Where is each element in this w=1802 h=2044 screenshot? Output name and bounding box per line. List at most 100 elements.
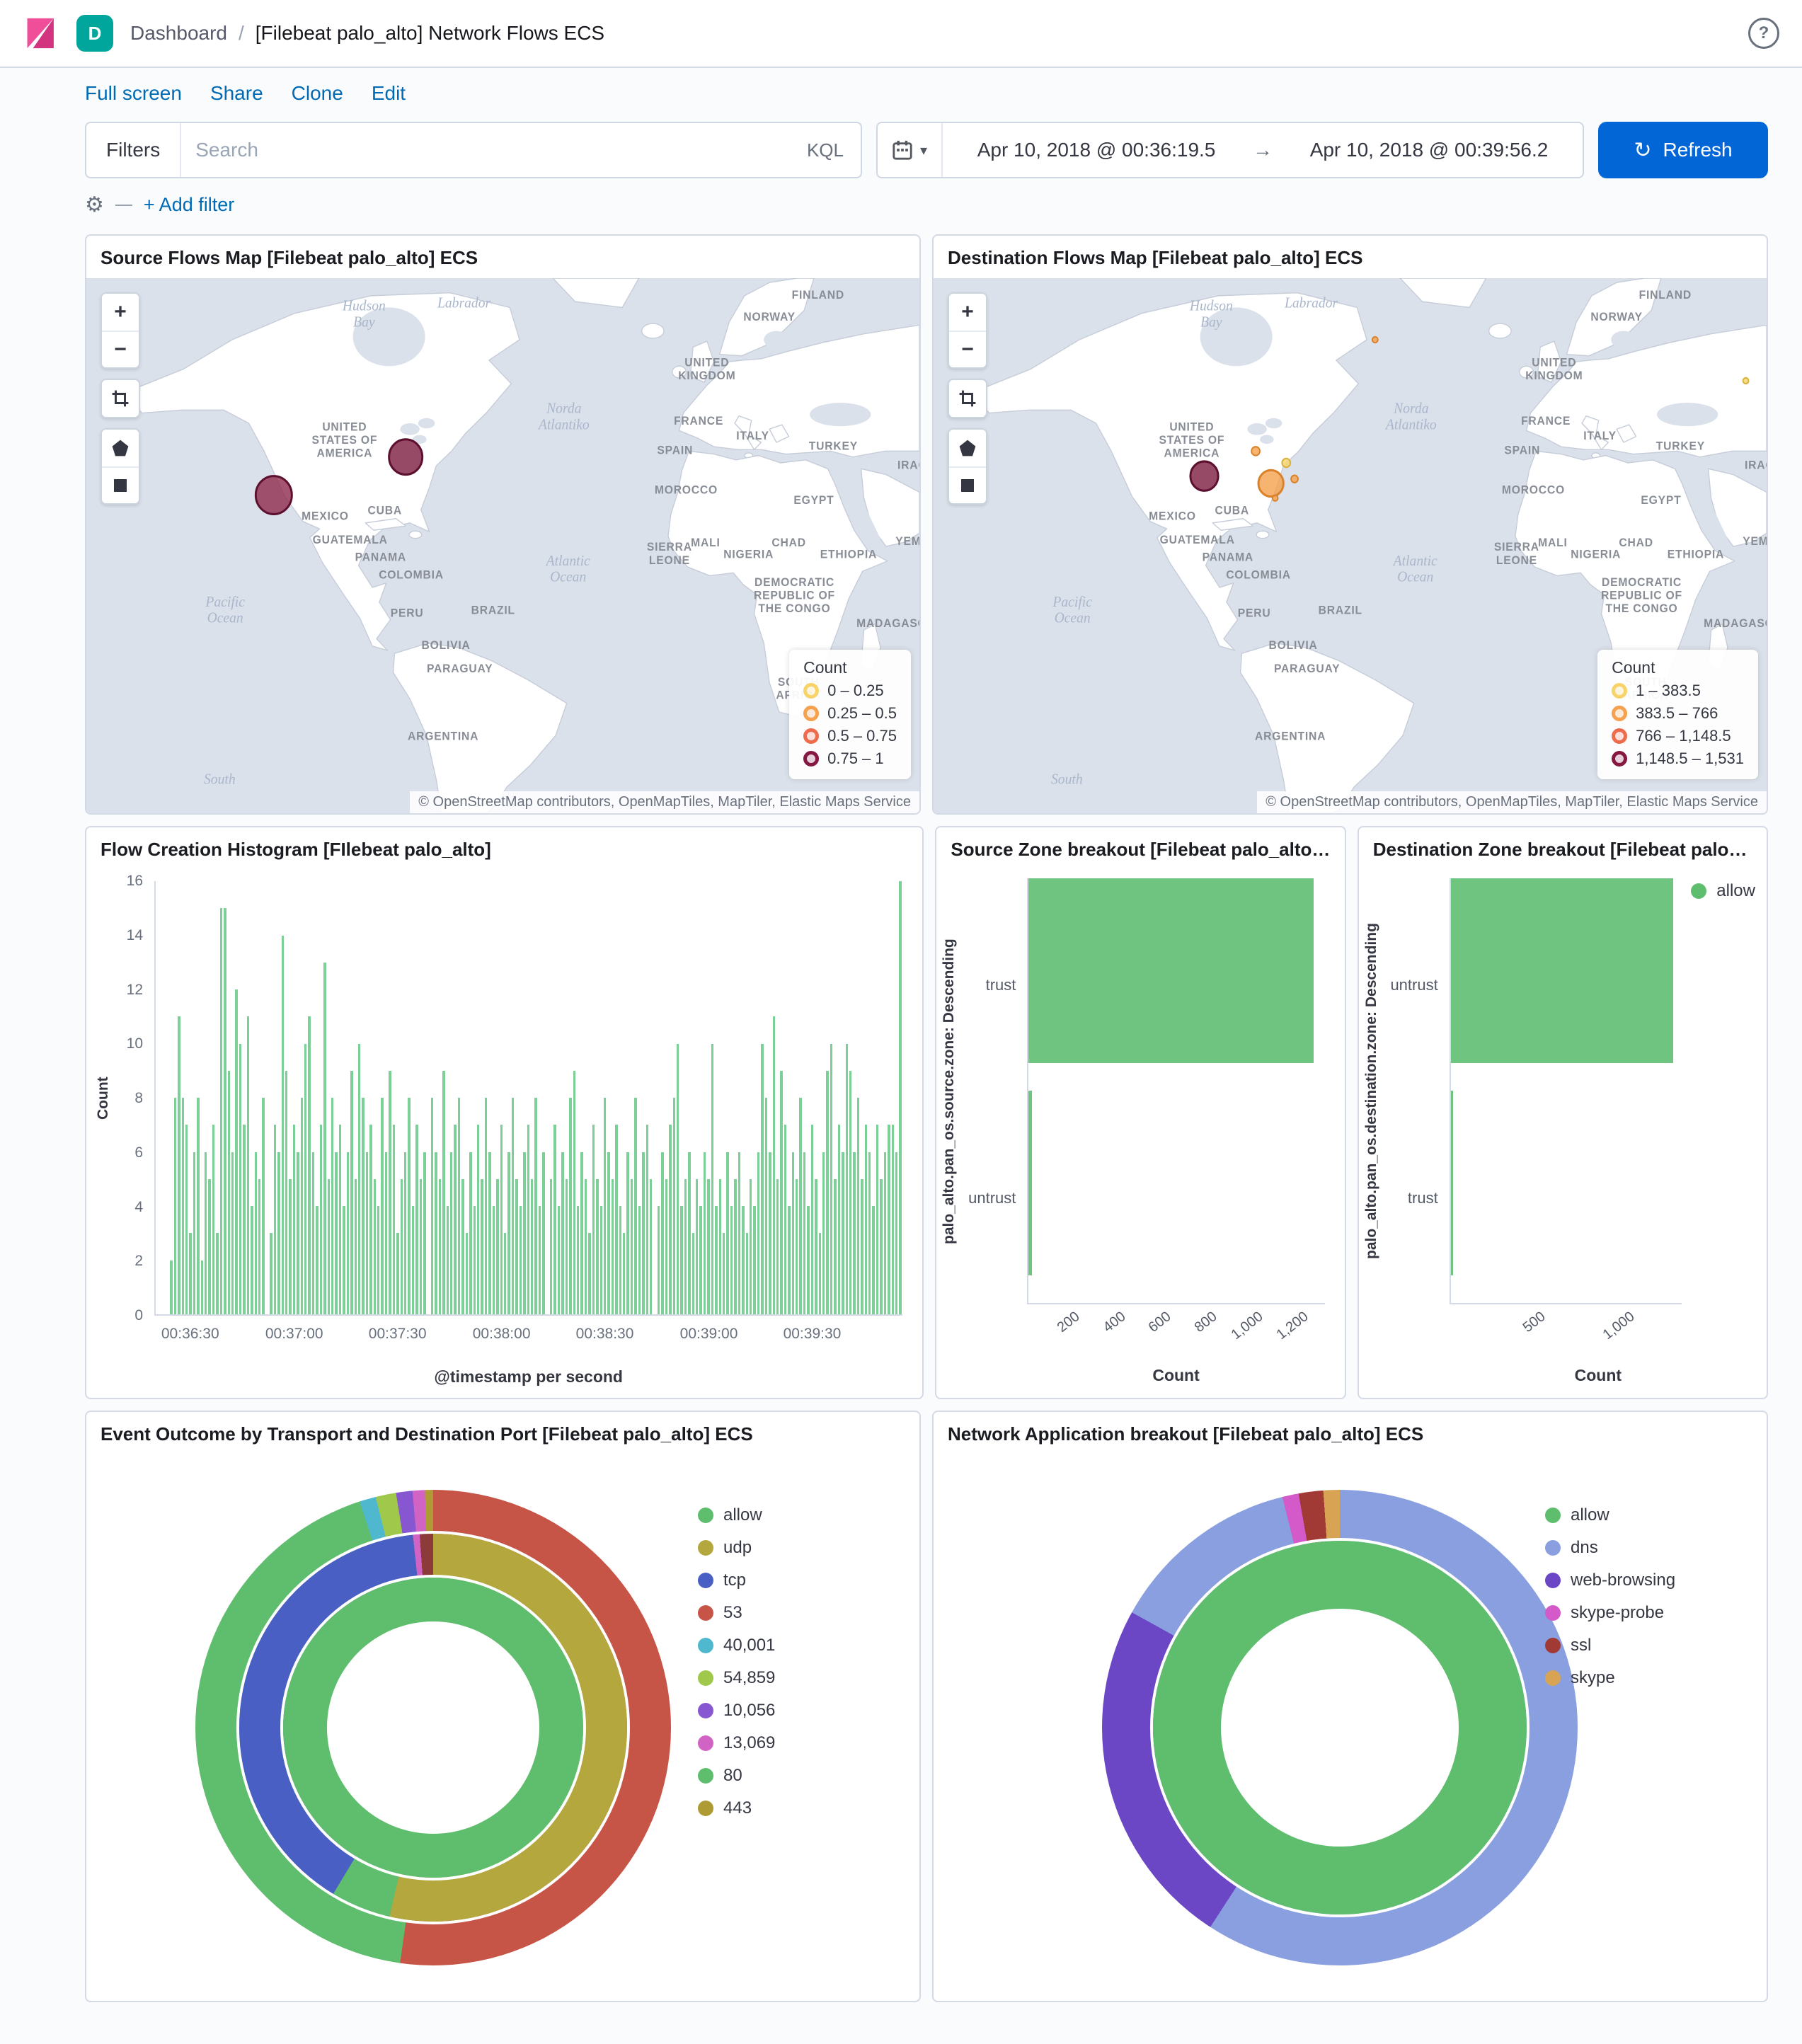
histogram-bar[interactable] bbox=[626, 1152, 629, 1314]
histogram-bar[interactable] bbox=[730, 1206, 733, 1314]
histogram-bar[interactable] bbox=[450, 1152, 453, 1314]
histogram-bar[interactable] bbox=[519, 1206, 522, 1314]
histogram-bar[interactable] bbox=[170, 1260, 173, 1314]
legend-item[interactable]: allow bbox=[698, 1505, 775, 1525]
search-input[interactable] bbox=[181, 139, 790, 161]
map-polygon-tool-button[interactable] bbox=[949, 430, 986, 466]
histogram-bar[interactable] bbox=[684, 1178, 687, 1314]
histogram-bar[interactable] bbox=[515, 1178, 518, 1314]
histogram-bar[interactable] bbox=[596, 1178, 599, 1314]
histogram-bar[interactable] bbox=[251, 1206, 253, 1314]
space-badge[interactable]: D bbox=[76, 15, 113, 52]
histogram-bar[interactable] bbox=[319, 1125, 323, 1314]
histogram-bar[interactable] bbox=[297, 1152, 299, 1314]
histogram-bar[interactable] bbox=[496, 1178, 499, 1314]
histogram-bar[interactable] bbox=[488, 1152, 491, 1314]
histogram-bar[interactable] bbox=[262, 1098, 265, 1314]
breadcrumb-dashboard[interactable]: Dashboard bbox=[130, 22, 227, 45]
legend-item[interactable]: 443 bbox=[698, 1798, 775, 1818]
bar-trust[interactable] bbox=[1028, 878, 1314, 1063]
histogram-bar[interactable] bbox=[573, 1070, 575, 1314]
histogram-bar[interactable] bbox=[327, 1178, 330, 1314]
histogram-bar[interactable] bbox=[834, 1178, 837, 1314]
histogram-bar[interactable] bbox=[696, 1178, 699, 1314]
legend-item[interactable]: udp bbox=[698, 1538, 775, 1558]
kql-toggle[interactable]: KQL bbox=[790, 139, 861, 161]
histogram-bar[interactable] bbox=[661, 1152, 664, 1314]
histogram-bar[interactable] bbox=[657, 1206, 660, 1314]
panel-title[interactable]: Event Outcome by Transport and Destinati… bbox=[86, 1412, 919, 1452]
histogram-bar[interactable] bbox=[776, 1178, 779, 1314]
histogram-bar[interactable] bbox=[883, 1152, 887, 1314]
histogram-bar[interactable] bbox=[630, 1178, 633, 1314]
map-zoom-out-button[interactable]: − bbox=[949, 331, 986, 367]
histogram-bar[interactable] bbox=[553, 1125, 556, 1314]
filters-button[interactable]: Filters bbox=[86, 123, 182, 177]
histogram-bar[interactable] bbox=[680, 1206, 683, 1314]
histogram-bar[interactable] bbox=[435, 1152, 437, 1314]
refresh-button[interactable]: ↻ Refresh bbox=[1598, 122, 1768, 178]
help-icon[interactable]: ? bbox=[1748, 18, 1779, 49]
panel-title[interactable]: Destination Zone breakout [Filebeat palo… bbox=[1359, 827, 1767, 868]
histogram-bar[interactable] bbox=[408, 1098, 411, 1314]
histogram-bar[interactable] bbox=[454, 1125, 457, 1314]
map-data-point[interactable] bbox=[1251, 446, 1261, 457]
map-rectangle-tool-button[interactable] bbox=[949, 466, 986, 503]
histogram-bar[interactable] bbox=[780, 1070, 783, 1314]
histogram-bar[interactable] bbox=[880, 1178, 883, 1314]
histogram-bar[interactable] bbox=[745, 1233, 748, 1314]
histogram-bar[interactable] bbox=[258, 1178, 261, 1314]
histogram-bar[interactable] bbox=[277, 1152, 280, 1314]
histogram-bar[interactable] bbox=[446, 1206, 449, 1314]
histogram-bar[interactable] bbox=[565, 1178, 568, 1314]
bar-untrust[interactable] bbox=[1450, 878, 1673, 1063]
map-data-point[interactable] bbox=[254, 475, 293, 516]
histogram-bar[interactable] bbox=[876, 1125, 879, 1314]
histogram-bar[interactable] bbox=[292, 1125, 296, 1314]
histogram-bar[interactable] bbox=[507, 1152, 510, 1314]
calendar-button[interactable]: ▾ bbox=[878, 123, 943, 177]
histogram-bar[interactable] bbox=[569, 1098, 572, 1314]
histogram-bar[interactable] bbox=[826, 1070, 829, 1314]
histogram-bar[interactable] bbox=[392, 1125, 396, 1314]
histogram-bar[interactable] bbox=[822, 1152, 825, 1314]
histogram-bar[interactable] bbox=[619, 1206, 622, 1314]
map-data-point[interactable] bbox=[1290, 474, 1299, 483]
histogram-bar[interactable] bbox=[457, 1098, 461, 1314]
histogram-bar[interactable] bbox=[473, 1206, 476, 1314]
kibana-logo[interactable] bbox=[23, 15, 59, 52]
histogram-bar[interactable] bbox=[864, 1125, 868, 1314]
histogram-bar[interactable] bbox=[676, 1043, 679, 1314]
histogram-bar[interactable] bbox=[381, 1098, 384, 1314]
histogram-bar[interactable] bbox=[273, 1125, 277, 1314]
histogram-bar[interactable] bbox=[389, 1070, 391, 1314]
histogram-bar[interactable] bbox=[799, 1098, 802, 1314]
histogram-bar[interactable] bbox=[477, 1125, 480, 1314]
histogram-bar[interactable] bbox=[338, 1125, 342, 1314]
histogram-bar[interactable] bbox=[335, 1152, 338, 1314]
histogram-bar[interactable] bbox=[404, 1152, 407, 1314]
histogram-bar[interactable] bbox=[430, 1098, 434, 1314]
histogram-bar[interactable] bbox=[354, 1178, 357, 1314]
panel-title[interactable]: Source Flows Map [Filebeat palo_alto] EC… bbox=[86, 236, 919, 276]
histogram-bar[interactable] bbox=[350, 1070, 353, 1314]
map-rectangle-tool-button[interactable] bbox=[102, 466, 139, 503]
map-zoom-in-button[interactable]: + bbox=[949, 294, 986, 331]
histogram-bar[interactable] bbox=[285, 1070, 288, 1314]
histogram-bar[interactable] bbox=[723, 1233, 725, 1314]
histogram-bar[interactable] bbox=[888, 1125, 890, 1314]
histogram-bar[interactable] bbox=[772, 1016, 775, 1314]
histogram-bar[interactable] bbox=[362, 1098, 365, 1314]
histogram-bar[interactable] bbox=[377, 1206, 380, 1314]
histogram-bar[interactable] bbox=[557, 1206, 561, 1314]
legend-item[interactable]: allow bbox=[1545, 1505, 1675, 1525]
histogram-bar[interactable] bbox=[718, 1178, 722, 1314]
histogram-bar[interactable] bbox=[769, 1152, 771, 1314]
legend-item[interactable]: skype-probe bbox=[1545, 1603, 1675, 1623]
histogram-bar[interactable] bbox=[715, 1206, 718, 1314]
map-crop-tool-button[interactable] bbox=[102, 380, 139, 417]
menu-clone[interactable]: Clone bbox=[292, 82, 343, 105]
histogram-bar[interactable] bbox=[791, 1152, 795, 1314]
histogram-bar[interactable] bbox=[634, 1098, 637, 1314]
histogram-bar[interactable] bbox=[872, 1206, 875, 1314]
